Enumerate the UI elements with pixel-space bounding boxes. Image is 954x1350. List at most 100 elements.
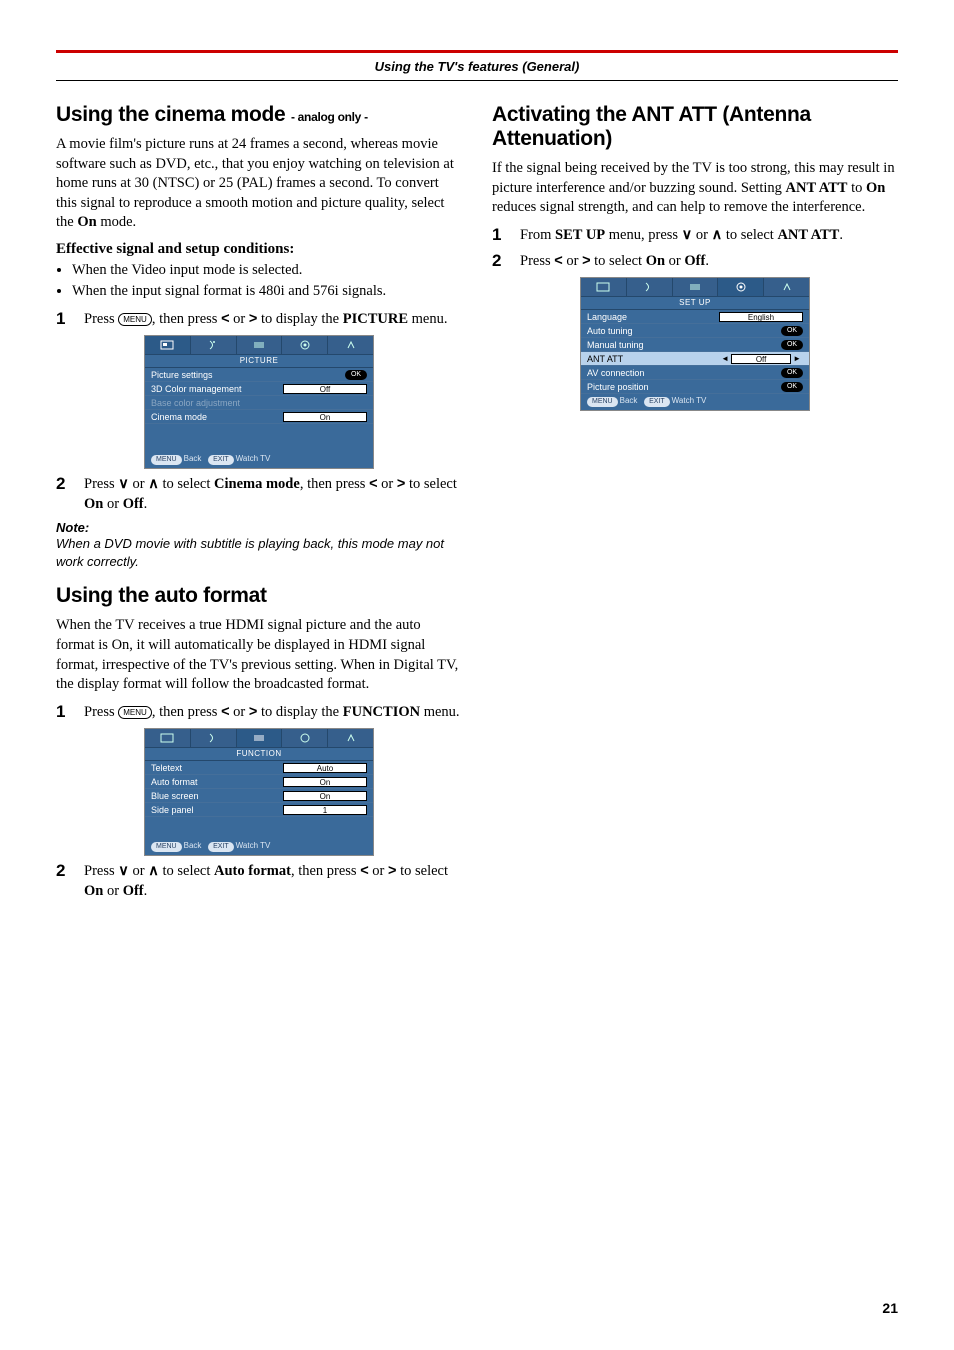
page-number: 21 (882, 1300, 898, 1316)
osd-row-highlight: ANT ATT◄Off► (581, 352, 809, 366)
t: . (144, 496, 148, 512)
menu-button-icon: MENU (118, 706, 152, 719)
osd-label: Side panel (151, 805, 283, 815)
osd-foot-exit: EXIT (208, 842, 234, 852)
note-head: Note: (56, 520, 462, 535)
osd-label: Picture position (587, 382, 781, 392)
osd-setup: SET UP LanguageEnglish Auto tuningOK Man… (580, 277, 810, 411)
cinema-bullet-2: When the input signal format is 480i and… (72, 281, 462, 301)
t: , then press (291, 863, 360, 879)
t: Press (84, 704, 118, 720)
right-triangle-icon: ► (791, 354, 803, 363)
step-number: 1 (56, 310, 70, 330)
osd-val: Auto (283, 763, 367, 773)
osd-function: FUNCTION TeletextAuto Auto formatOn Blue… (144, 728, 374, 856)
osd-foot: MENUBack EXITWatch TV (145, 839, 373, 855)
osd-row: Auto tuningOK (581, 324, 809, 338)
osd-tab-function-icon (673, 278, 719, 296)
cinema-bullet-1: When the Video input mode is selected. (72, 260, 462, 280)
ant-intro: If the signal being received by the TV i… (492, 159, 898, 218)
t: or (692, 227, 711, 243)
t: menu. (420, 704, 459, 720)
osd-label: Base color adjustment (151, 398, 367, 408)
t: or (103, 883, 122, 899)
columns: Using the cinema mode - analog only - A … (56, 103, 898, 907)
osd-label: Teletext (151, 763, 283, 773)
ant-title: Activating the ANT ATT (Antenna Attenuat… (492, 103, 898, 151)
osd-foot-back: Back (184, 454, 202, 463)
t: ANT ATT (777, 227, 839, 243)
osd-tab-function-icon (237, 336, 283, 354)
t: menu. (408, 311, 447, 327)
osd-tab-function-icon (237, 729, 283, 747)
cinema-title: Using the cinema mode - analog only - (56, 103, 462, 127)
t: , then press (300, 476, 369, 492)
osd-val: Off (731, 354, 791, 364)
osd-label: Auto format (151, 777, 283, 787)
osd-tabs (581, 278, 809, 297)
step-text: Press MENU, then press < or > to display… (84, 703, 462, 723)
step-text: From SET UP menu, press ∨ or ∧ to select… (520, 226, 898, 246)
left-arrow-icon: < (369, 476, 377, 492)
note-body: When a DVD movie with subtitle is playin… (56, 535, 462, 570)
t: FUNCTION (343, 704, 420, 720)
step-number: 2 (492, 252, 506, 272)
osd-val: On (283, 791, 367, 801)
osd-row: AV connectionOK (581, 366, 809, 380)
osd-tab-sound-icon (627, 278, 673, 296)
top-rule (56, 50, 898, 53)
t: Off (684, 253, 705, 269)
t: Press (84, 476, 118, 492)
cinema-eff-head: Effective signal and setup conditions: (56, 241, 462, 258)
osd-tab-digital-icon (328, 336, 373, 354)
step-text: Press MENU, then press < or > to display… (84, 310, 462, 330)
osd-ok-pill: OK (781, 382, 803, 392)
osd-val: Off (283, 384, 367, 394)
osd-foot-back: Back (620, 396, 638, 405)
osd-label: 3D Color management (151, 384, 283, 394)
left-arrow-icon: < (360, 863, 368, 879)
osd-row: LanguageEnglish (581, 310, 809, 324)
section-header: Using the TV's features (General) (56, 55, 898, 81)
up-arrow-icon: ∧ (712, 227, 723, 243)
osd-row: TeletextAuto (145, 761, 373, 775)
osd-label: Cinema mode (151, 412, 283, 422)
left-triangle-icon: ◄ (719, 354, 731, 363)
osd-ok-pill: OK (345, 370, 367, 380)
cinema-title-sub: - analog only - (291, 110, 368, 124)
t: menu, press (605, 227, 682, 243)
t: From (520, 227, 555, 243)
osd-tab-picture-icon (581, 278, 627, 296)
t: ANT ATT (786, 180, 848, 196)
t: to select (405, 476, 457, 492)
autoformat-intro: When the TV receives a true HDMI signal … (56, 616, 462, 694)
osd-foot-menu: MENU (151, 455, 182, 465)
osd-foot-watch: Watch TV (236, 841, 271, 850)
right-column: Activating the ANT ATT (Antenna Attenuat… (492, 103, 898, 907)
step-number: 1 (492, 226, 506, 246)
osd-tab-setup-icon (718, 278, 764, 296)
osd-tabs (145, 729, 373, 748)
t: , then press (152, 311, 221, 327)
osd-picture: PICTURE Picture settingsOK 3D Color mana… (144, 335, 374, 469)
osd-ok-pill: OK (781, 326, 803, 336)
step-number: 1 (56, 703, 70, 723)
osd-val: On (283, 777, 367, 787)
osd-ok-pill: OK (781, 340, 803, 350)
down-arrow-icon: ∨ (682, 227, 693, 243)
t: Press (84, 863, 118, 879)
osd-title: SET UP (581, 297, 809, 310)
osd-foot-exit: EXIT (208, 455, 234, 465)
osd-row: Auto formatOn (145, 775, 373, 789)
cinema-intro-tail: mode. (97, 214, 136, 230)
t: Off (123, 883, 144, 899)
t: or (103, 496, 122, 512)
osd-title: PICTURE (145, 355, 373, 368)
t: or (369, 863, 388, 879)
step-text: Press ∨ or ∧ to select Cinema mode, then… (84, 475, 462, 514)
osd-label: AV connection (587, 368, 781, 378)
osd-row: Cinema modeOn (145, 410, 373, 424)
osd-row: Manual tuningOK (581, 338, 809, 352)
left-arrow-icon: < (554, 253, 562, 269)
step-text: Press ∨ or ∧ to select Auto format, then… (84, 862, 462, 901)
